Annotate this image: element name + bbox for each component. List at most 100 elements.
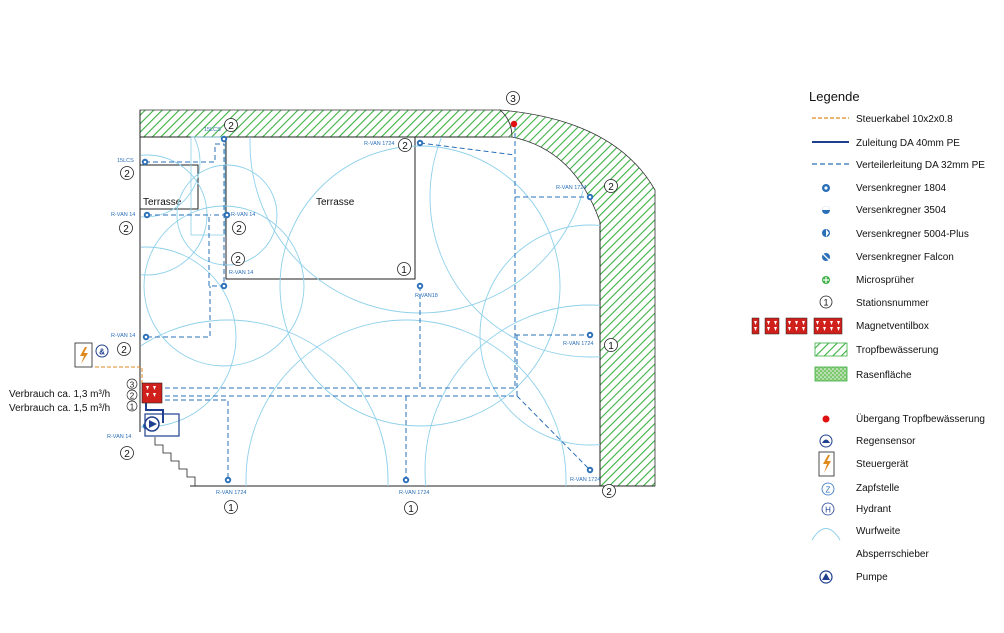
sprinkler-label: R-VAN 14 — [111, 333, 135, 339]
legend-label: Regensensor — [856, 436, 916, 447]
legend-lawn-icon — [814, 366, 848, 382]
svg-text:2: 2 — [402, 141, 408, 152]
rain-sensor-icon: & — [95, 344, 109, 358]
svg-text:2: 2 — [124, 449, 130, 460]
svg-text:1: 1 — [408, 504, 414, 515]
distribution-pipes — [145, 124, 591, 480]
station-number: 1 — [404, 501, 418, 515]
legend-micro-sprayer-icon — [822, 276, 830, 284]
sprinkler-1804 — [402, 476, 410, 484]
valve-box — [141, 382, 163, 404]
station-number: 3 — [506, 91, 520, 105]
svg-text:H: H — [825, 506, 831, 515]
sprinkler-1804 — [586, 193, 594, 201]
legend-label: Microsprüher — [856, 275, 915, 286]
valve-station-numbers: 3 2 1 — [126, 378, 138, 412]
legend-label: Versenkregner 3504 — [856, 205, 947, 216]
station-number: 2 — [224, 118, 238, 132]
legend: Legende Steuerkabel 10x2x0.8 Zuleitung D… — [751, 89, 985, 584]
sprinkler-1804 — [220, 282, 228, 290]
irrigation-plan: Terrasse Terrasse 15LCS 15LCS R-VAN 14 R… — [9, 89, 985, 584]
legend-label: Versenkregner 1804 — [856, 183, 947, 194]
controller-icon — [74, 342, 93, 368]
svg-text:Z: Z — [826, 486, 831, 495]
terrace-small-label: Terrasse — [143, 197, 182, 208]
station-number: 2 — [398, 138, 412, 152]
legend-title: Legende — [809, 89, 860, 104]
sprinkler-label: R-VAN 1724 — [216, 490, 246, 496]
svg-text:2: 2 — [124, 169, 130, 180]
sprinkler-label: R-VAN 14 — [229, 270, 253, 276]
legend-sprinkler-falcon-icon — [822, 253, 830, 261]
terrace-large-label: Terrasse — [316, 197, 355, 208]
svg-text:1: 1 — [823, 298, 828, 308]
legend-label: Magnetventilbox — [856, 321, 929, 332]
legend-drip-transition-icon — [822, 415, 830, 423]
station-number: 2 — [120, 166, 134, 180]
sprinkler-label: R-VAN 14 — [107, 434, 131, 440]
sprinkler-1804 — [141, 158, 149, 166]
sprinkler-1804 — [223, 211, 231, 219]
stairs — [154, 437, 196, 486]
legend-label: Steuerkabel 10x2x0.8 — [856, 114, 953, 125]
drip-zone-top — [139, 109, 513, 138]
legend-label: Übergang Tropfbewässerung — [856, 413, 985, 425]
legend-label: Tropfbewässerung — [856, 345, 938, 356]
station-number: 1 — [397, 262, 411, 276]
legend-label: Stationsnummer — [856, 298, 929, 309]
svg-text:2: 2 — [608, 182, 614, 193]
svg-text:2: 2 — [123, 224, 129, 235]
station-number: 2 — [119, 221, 133, 235]
legend-valve-box-icon — [751, 317, 843, 335]
station-number: 2 — [117, 342, 131, 356]
legend-label: Hydrant — [856, 504, 891, 515]
sprinkler-label: R-VAN 1724 — [364, 141, 394, 147]
sprinkler-label: R-VAN 1724 — [563, 341, 593, 347]
svg-text:2: 2 — [235, 255, 241, 266]
sprinkler-1804 — [220, 135, 228, 143]
station-number: 1 — [604, 338, 618, 352]
sprinkler-1804 — [586, 466, 594, 474]
legend-label: Rasenfläche — [856, 370, 912, 381]
svg-text:3: 3 — [130, 381, 135, 390]
legend-label: Absperrschieber — [856, 549, 929, 560]
legend-sprinkler-5004-icon — [822, 229, 830, 237]
sprinkler-labels: 15LCS 15LCS R-VAN 14 R-VAN 14 R-VAN 14 R… — [107, 127, 600, 496]
sprinkler-1804 — [143, 211, 151, 219]
sprinkler-label: R-VAN18 — [415, 293, 438, 299]
legend-label: Zuleitung DA 40mm PE — [856, 138, 960, 149]
legend-label: Zapfstelle — [856, 483, 900, 494]
legend-sprinkler-3504-icon — [822, 206, 830, 214]
sprinkler-1804 — [416, 282, 424, 290]
legend-tap-icon: Z — [821, 482, 835, 496]
legend-throw-range-icon — [811, 528, 841, 541]
svg-text:2: 2 — [121, 345, 127, 356]
legend-hydrant-icon: H — [821, 502, 835, 516]
svg-text:1: 1 — [130, 403, 135, 412]
sprinkler-label: 15LCS — [204, 127, 221, 133]
legend-label: Steuergerät — [856, 459, 908, 470]
station-number: 2 — [231, 252, 245, 266]
station-number: 2 — [604, 179, 618, 193]
legend-label: Pumpe — [856, 572, 888, 583]
sprinkler-label: R-VAN 1724 — [556, 185, 586, 191]
station-number: 3 — [126, 378, 138, 390]
sprinkler-label: R-VAN 14 — [111, 212, 135, 218]
legend-label: Versenkregner Falcon — [856, 252, 954, 263]
legend-drip-irrigation-icon — [814, 342, 848, 357]
station-number: 2 — [126, 389, 138, 401]
drip-zone-curve — [498, 109, 656, 487]
station-number: 1 — [126, 400, 138, 412]
legend-pump-icon — [819, 570, 833, 584]
svg-text:&: & — [99, 348, 105, 357]
legend-rain-sensor-icon — [819, 434, 833, 448]
sprinkler-1804 — [586, 331, 594, 339]
legend-label: Wurfweite — [856, 526, 901, 537]
legend-sprinkler-1804-icon — [822, 184, 830, 192]
svg-text:1: 1 — [608, 341, 614, 352]
legend-label: Versenkregner 5004-Plus — [856, 229, 969, 240]
sprinkler-1804 — [142, 333, 150, 341]
sprinkler-label: R-VAN 14 — [231, 212, 255, 218]
terraces — [139, 136, 416, 280]
sprinkler-1804 — [224, 476, 232, 484]
